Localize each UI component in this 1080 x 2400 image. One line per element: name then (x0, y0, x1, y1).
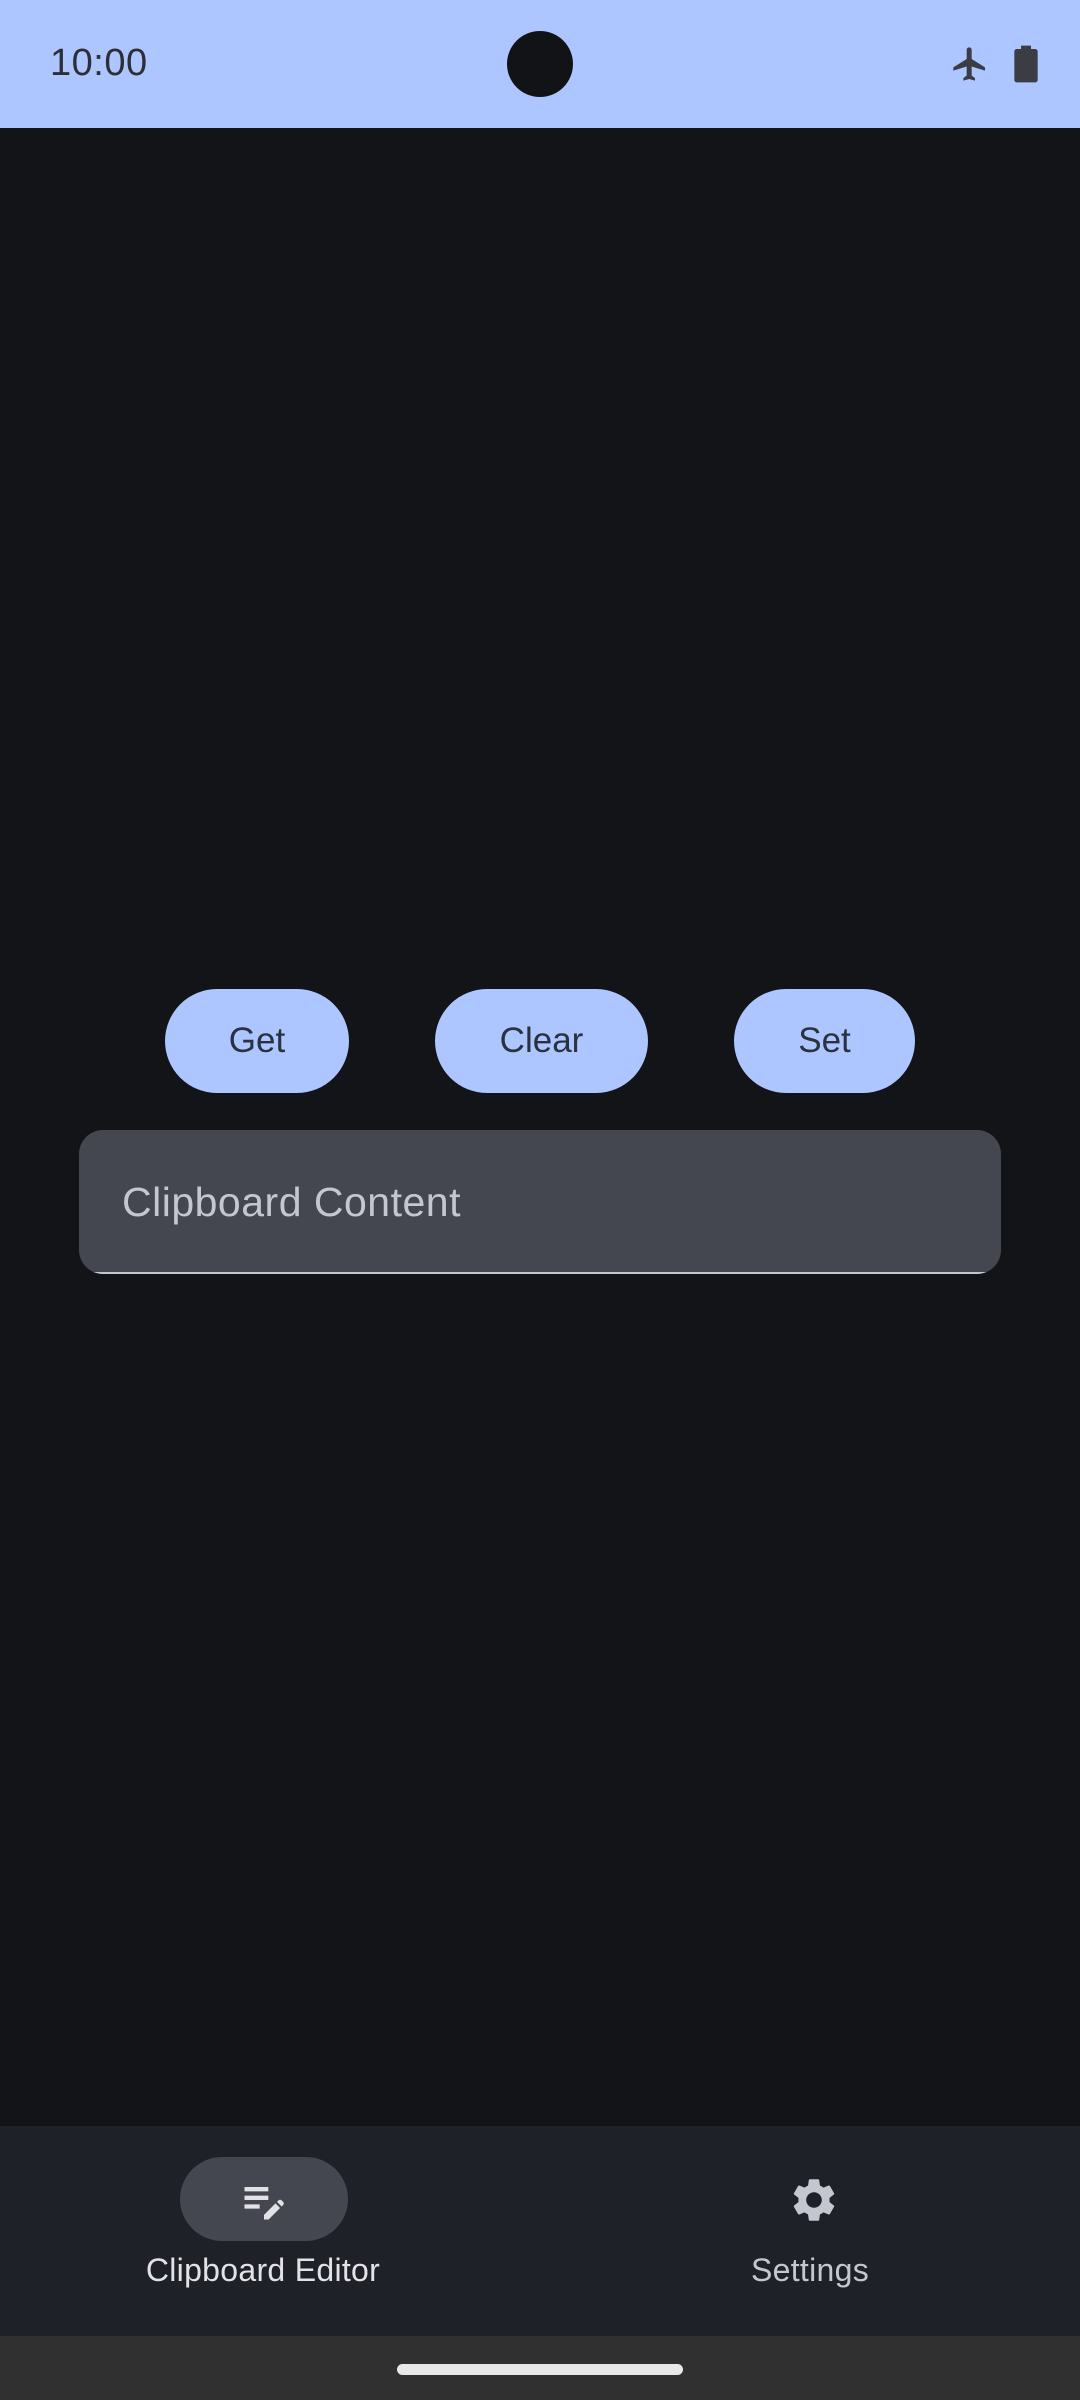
edit-note-icon (244, 2187, 284, 2220)
status-bar: 10:00 (0, 0, 1080, 128)
status-icons (950, 40, 1040, 88)
nav-label-clipboard-editor: Clipboard Editor (145, 2252, 381, 2288)
nav-item-settings[interactable]: Settings (540, 2126, 1080, 2336)
status-time: 10:00 (50, 42, 148, 84)
nav-item-clipboard-editor[interactable]: Clipboard Editor (0, 2126, 540, 2336)
clipboard-content-field (79, 1130, 1001, 1274)
clear-button[interactable]: Clear (435, 989, 648, 1093)
get-button[interactable]: Get (165, 989, 349, 1093)
bottom-navigation: Clipboard Editor Settings (0, 2126, 1080, 2336)
nav-label-settings: Settings (750, 2252, 870, 2288)
home-gesture-handle[interactable] (397, 2364, 683, 2375)
app-screen: 10:00 Get Clear Set Clipboard Editor (0, 0, 1080, 2400)
clipboard-content-input[interactable] (79, 1130, 1001, 1274)
gesture-bar (0, 2336, 1080, 2400)
set-button[interactable]: Set (734, 989, 915, 1093)
camera-cutout (507, 31, 573, 97)
airplane-mode-icon (953, 47, 985, 81)
battery-icon (1014, 45, 1038, 83)
gear-icon (793, 2179, 835, 2221)
